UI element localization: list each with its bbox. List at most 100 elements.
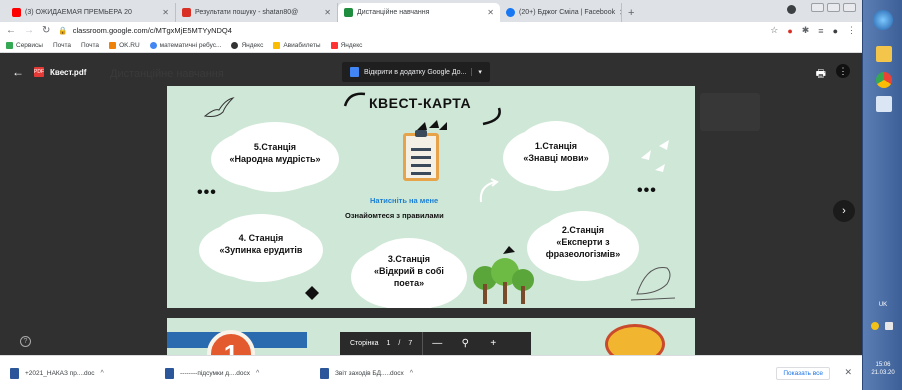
bookmark-item[interactable]: Авиабилеты bbox=[273, 42, 321, 49]
open-with-label: Відкрити в додатку Google До... bbox=[364, 68, 467, 76]
sketch-bird-icon bbox=[630, 267, 676, 301]
tray-icon[interactable] bbox=[871, 322, 879, 330]
zoom-out-button[interactable]: — bbox=[423, 338, 451, 349]
puzzle-icon[interactable]: ✱ bbox=[802, 25, 810, 36]
zoom-icon[interactable]: ⚲ bbox=[451, 338, 479, 349]
avatar[interactable]: ● bbox=[833, 26, 838, 36]
extension-icon[interactable]: ● bbox=[787, 26, 792, 36]
pdf-icon: PDF bbox=[34, 67, 44, 77]
back-arrow-icon[interactable]: ← bbox=[12, 65, 24, 79]
station-3[interactable]: 3.Станція «Відкрий в собі поета» bbox=[363, 238, 455, 304]
download-item[interactable]: Звіт заходів БД.....docx ^ bbox=[320, 367, 475, 379]
bookmark-item[interactable]: Сервисы bbox=[6, 42, 43, 49]
google-docs-icon bbox=[350, 67, 359, 77]
close-window-button[interactable] bbox=[843, 3, 856, 12]
station-name: «Зупинка ерудитів bbox=[219, 245, 303, 255]
leaf-icon bbox=[305, 286, 319, 300]
tab-gmail[interactable]: Результати пошуку - shatan80@ ✕ bbox=[176, 3, 338, 22]
url-text: classroom.google.com/c/MTgxMjE5MTYyNDQ4 bbox=[72, 26, 232, 35]
youtube-icon bbox=[12, 8, 21, 17]
close-icon[interactable]: ✕ bbox=[324, 8, 331, 17]
close-icon[interactable]: ✕ bbox=[162, 8, 169, 17]
maximize-button[interactable] bbox=[827, 3, 840, 12]
show-all-button[interactable]: Показать все bbox=[776, 367, 830, 380]
bookmark-item[interactable]: Яндекс bbox=[330, 42, 362, 49]
bookmark-item[interactable]: Почта bbox=[53, 42, 71, 49]
download-name: --------підсумки д....docx bbox=[180, 369, 250, 377]
back-arrow-icon[interactable]: ← bbox=[6, 25, 16, 36]
folder-icon[interactable] bbox=[876, 46, 892, 62]
station-4[interactable]: 4. Станція «Зупинка ерудитів bbox=[211, 214, 311, 274]
quest-title: КВЕСТ-КАРТА bbox=[369, 95, 472, 111]
page-2-decoration bbox=[605, 324, 665, 355]
date: 21.03.20 bbox=[871, 369, 895, 376]
language-indicator[interactable]: UK bbox=[867, 302, 899, 308]
click-me-hint[interactable]: Натисніть на мене bbox=[370, 196, 438, 205]
help-icon[interactable]: ? bbox=[20, 336, 31, 347]
profile-icon[interactable] bbox=[787, 5, 796, 14]
new-tab-button[interactable]: + bbox=[622, 3, 640, 22]
forward-arrow-icon[interactable]: → bbox=[24, 25, 34, 36]
tab-facebook[interactable]: (20+) Бджог Сміла | Facebook ✕ bbox=[500, 3, 622, 22]
file-name: Квест.pdf bbox=[50, 67, 87, 77]
tab-classroom[interactable]: Дистанційне навчання ✕ bbox=[338, 3, 500, 22]
download-item[interactable]: --------підсумки д....docx ^ bbox=[165, 367, 320, 379]
page-controls: Сторінка 1 / 7 — ⚲ + bbox=[340, 332, 531, 355]
reload-icon[interactable]: ↻ bbox=[42, 25, 50, 36]
gmail-icon bbox=[182, 8, 191, 17]
open-with-button[interactable]: Відкрити в додатку Google До... ▾ bbox=[342, 62, 490, 82]
downloads-bar: +2021_НАКАЗ пр....doc ^ --------підсумки… bbox=[0, 355, 862, 390]
clipboard-icon[interactable] bbox=[403, 130, 439, 181]
station-2[interactable]: 2.Станція «Експерти з фразеологізмів» bbox=[539, 211, 627, 273]
station-name: «Знавці мови» bbox=[523, 153, 589, 163]
print-icon[interactable]: 🖶 bbox=[816, 65, 826, 84]
minimize-button[interactable] bbox=[811, 3, 824, 12]
playlist-icon[interactable]: ≡ bbox=[818, 26, 823, 36]
zoom-in-button[interactable]: + bbox=[479, 338, 507, 349]
birds-icon bbox=[641, 140, 669, 172]
station-name: «Відкрий в собі bbox=[374, 265, 444, 276]
more-options-icon[interactable]: ⋮ bbox=[836, 64, 850, 78]
yandex-icon bbox=[231, 42, 239, 49]
chevron-up-icon[interactable]: ^ bbox=[256, 370, 259, 377]
ok-icon bbox=[109, 42, 117, 49]
app-icon[interactable] bbox=[876, 96, 892, 112]
star-icon[interactable]: ☆ bbox=[770, 25, 778, 36]
windows-taskbar: UK 15:06 21.03.20 bbox=[862, 0, 902, 390]
bookmark-label: Яндекс bbox=[241, 42, 264, 49]
station-1[interactable]: 1.Станція «Знавці мови» bbox=[515, 121, 597, 183]
tab-youtube[interactable]: (3) ОЖИДАЕМАЯ ПРЕМЬЕРА 20 ✕ bbox=[6, 3, 176, 22]
station-name-cont: фразеологізмів» bbox=[545, 249, 621, 260]
chevron-up-icon[interactable]: ^ bbox=[101, 370, 104, 377]
next-file-arrow-icon[interactable]: › bbox=[833, 200, 855, 222]
network-icon[interactable] bbox=[885, 322, 893, 330]
browser-window: (3) ОЖИДАЕМАЯ ПРЕМЬЕРА 20 ✕ Результати п… bbox=[0, 0, 862, 390]
chevron-up-icon[interactable]: ^ bbox=[410, 370, 413, 377]
chevron-down-icon[interactable]: ▾ bbox=[471, 68, 482, 76]
google-icon bbox=[149, 42, 157, 49]
bookmark-label: Сервисы bbox=[16, 42, 43, 49]
pdf-page: КВЕСТ-КАРТА Натисніть на мене Ознайомтес… bbox=[167, 86, 695, 308]
current-page[interactable]: 1 bbox=[387, 340, 391, 347]
page-label: Сторінка bbox=[350, 340, 379, 347]
clock: 15:06 21.03.20 bbox=[865, 362, 901, 378]
menu-icon[interactable]: ⋮ bbox=[847, 25, 856, 36]
start-button-icon[interactable] bbox=[873, 10, 893, 30]
bookmark-label: Авиабилеты bbox=[283, 42, 321, 49]
download-item[interactable]: +2021_НАКАЗ пр....doc ^ bbox=[10, 367, 165, 379]
bookmark-item[interactable]: математичні ребус... bbox=[149, 42, 221, 49]
bookmark-label: Почта bbox=[52, 42, 71, 49]
bookmark-item[interactable]: Почта bbox=[81, 42, 99, 49]
bookmark-item[interactable]: Яндекс bbox=[231, 42, 263, 49]
trees-icon bbox=[473, 258, 534, 304]
close-icon[interactable]: ✕ bbox=[487, 8, 494, 17]
bookmark-item[interactable]: OK.RU bbox=[109, 42, 140, 49]
tab-strip: (3) ОЖИДАЕМАЯ ПРЕМЬЕРА 20 ✕ Результати п… bbox=[0, 0, 862, 22]
address-bar[interactable]: 🔒 classroom.google.com/c/MTgxMjE5MTYyNDQ… bbox=[58, 24, 762, 37]
window-controls bbox=[811, 3, 856, 12]
chrome-icon[interactable] bbox=[876, 72, 892, 88]
download-name: +2021_НАКАЗ пр....doc bbox=[25, 369, 95, 377]
station-5[interactable]: 5.Станція «Народна мудрість» bbox=[223, 122, 327, 184]
close-icon[interactable]: ✕ bbox=[844, 367, 852, 378]
bookmarks-bar: Сервисы Почта Почта OK.RU математичні ре… bbox=[0, 39, 862, 53]
